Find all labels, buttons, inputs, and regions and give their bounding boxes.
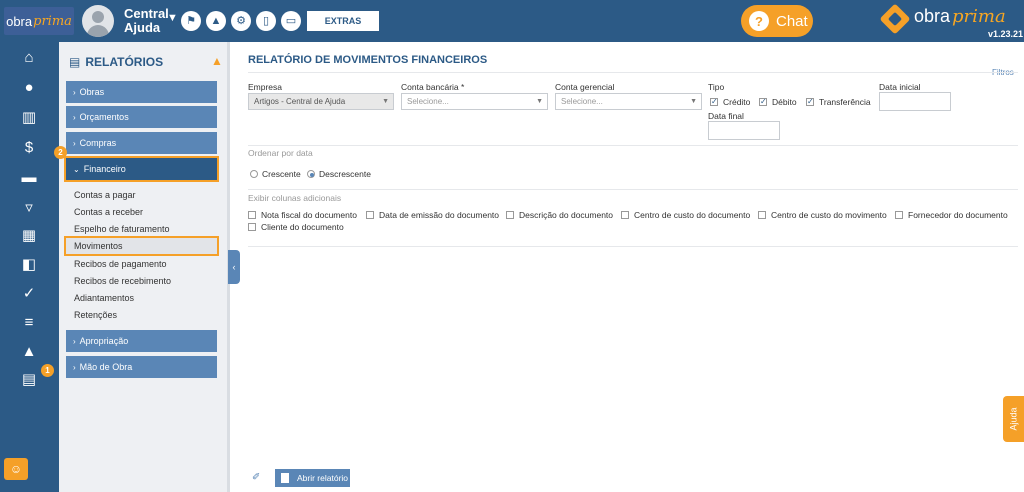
ordem-descrescente-radio[interactable]: Descrescente (307, 169, 371, 179)
col-centro-custo-documento-checkbox[interactable]: Centro de custo do documento (621, 210, 750, 220)
open-report-button[interactable]: Abrir relatório (275, 469, 350, 487)
smiley-chat-icon[interactable]: ☺ (4, 458, 28, 480)
mobile-icon[interactable]: ▯ (256, 11, 276, 31)
document-icon (281, 473, 289, 483)
sidebar-item-obras[interactable]: › Obras (66, 81, 217, 103)
tipo-debito-checkbox[interactable]: ✓ Débito (759, 97, 797, 107)
version-label: v1.23.21 (988, 29, 1024, 39)
question-icon: ? (749, 11, 769, 31)
icon-rail: ⌂ ● ▥ $ ▬ ▿ ▦ ◧ ✓ ≡ ▲ ▤ 1 (0, 42, 59, 492)
extras-button[interactable]: EXTRAS (307, 11, 379, 31)
ordem-crescente-radio[interactable]: Crescente (250, 169, 301, 179)
chevron-right-icon: › (73, 138, 76, 148)
step-badge-1: 1 (41, 364, 54, 377)
empresa-select[interactable]: Artigos - Central de Ajuda ▼ (248, 93, 394, 110)
cart-icon[interactable]: ▿ (18, 198, 40, 218)
eraser-icon[interactable]: ✐ (252, 472, 260, 483)
boxes-icon[interactable]: ◧ (18, 255, 40, 275)
dollar-doc-icon[interactable]: $ (18, 138, 40, 158)
col-cliente-checkbox[interactable]: Cliente do documento (248, 222, 344, 232)
sub-item-retencoes[interactable]: Retenções (74, 308, 117, 322)
sidebar-header: ▤ RELATÓRIOS ▲ (69, 54, 223, 69)
graduation-cap-icon[interactable]: ▲ (211, 54, 223, 68)
truck-icon[interactable]: ▬ (18, 168, 40, 188)
sidebar-item-compras[interactable]: › Compras (66, 132, 217, 154)
graduation-cap-icon[interactable]: ▲ (206, 11, 226, 31)
gear-icon[interactable]: ⚙ (231, 11, 251, 31)
conta-gerencial-label: Conta gerencial (555, 82, 615, 92)
chart-mountain-icon[interactable]: ▲ (18, 342, 40, 362)
help-tab[interactable]: Ajuda (1003, 396, 1024, 442)
col-centro-custo-movimento-checkbox[interactable]: Centro de custo do movimento (758, 210, 887, 220)
sidebar-item-mao-de-obra[interactable]: › Mão de Obra (66, 356, 217, 378)
divider (248, 246, 1018, 247)
conta-bancaria-select[interactable]: Selecione... ▼ (401, 93, 548, 110)
reports-sidebar: ▤ RELATÓRIOS ▲ › Obras › Orçamentos › Compr… (54, 42, 228, 492)
flag-icon[interactable]: ⚑ (181, 11, 201, 31)
sidebar-item-apropriacao[interactable]: › Apropriação (66, 330, 217, 352)
document-icon[interactable]: ▤ (18, 370, 40, 390)
sub-item-contas-a-receber[interactable]: Contas a receber (74, 205, 143, 219)
data-inicial-label: Data inicial (879, 82, 921, 92)
sidebar-item-financeiro[interactable]: ⌄ Financeiro (64, 156, 219, 182)
data-final-label: Data final (708, 111, 744, 121)
file-check-icon[interactable]: ✓ (18, 284, 40, 304)
sub-item-adiantamentos[interactable]: Adiantamentos (74, 291, 134, 305)
sidebar-item-orcamentos[interactable]: › Orçamentos (66, 106, 217, 128)
col-fornecedor-checkbox[interactable]: Fornecedor do documento (895, 210, 1008, 220)
ordenar-label: Ordenar por data (248, 148, 313, 158)
chevron-down-icon: ⌄ (73, 164, 80, 174)
step-badge-2: 2 (54, 146, 67, 159)
user-name[interactable]: Central Ajuda (124, 7, 169, 35)
list-check-icon[interactable]: ≡ (18, 313, 40, 333)
data-inicial-input[interactable] (879, 92, 951, 111)
user-icon[interactable]: ● (18, 78, 40, 98)
sub-item-recibos-recebimento[interactable]: Recibos de recebimento (74, 274, 171, 288)
col-descricao-checkbox[interactable]: Descrição do documento (506, 210, 613, 220)
brand-logo: obra prima (914, 6, 1006, 27)
sub-item-movimentos[interactable]: Movimentos (64, 236, 219, 256)
top-bar: obra prima Central Ajuda ▼ ⚑ ▲ ⚙ ▯ ▭ EXTR… (0, 0, 1024, 42)
home-icon[interactable]: ⌂ (18, 48, 40, 68)
sub-item-contas-a-pagar[interactable]: Contas a pagar (74, 188, 136, 202)
report-form: RELATÓRIO DE MOVIMENTOS FINANCEIROS Filt… (230, 42, 1024, 492)
sub-item-recibos-pagamento[interactable]: Recibos de pagamento (74, 257, 167, 271)
divider (248, 145, 1018, 146)
sub-item-espelho-faturamento[interactable]: Espelho de faturamento (74, 222, 170, 236)
chevron-down-icon[interactable]: ▼ (167, 12, 178, 24)
caret-down-icon: ▼ (536, 98, 543, 105)
divider (248, 189, 1018, 190)
conta-bancaria-label: Conta bancária * (401, 82, 465, 92)
avatar[interactable] (82, 5, 114, 37)
calculator-icon[interactable]: ▦ (18, 226, 40, 246)
chevron-right-icon: › (73, 362, 76, 372)
chevron-right-icon: › (73, 336, 76, 346)
chat-button[interactable]: ? Chat (741, 5, 813, 37)
tipo-label: Tipo (708, 82, 725, 92)
data-final-input[interactable] (708, 121, 780, 140)
page-title: RELATÓRIO DE MOVIMENTOS FINANCEIROS (248, 54, 488, 66)
tipo-credito-checkbox[interactable]: ✓ Crédito (710, 97, 750, 107)
conta-gerencial-select[interactable]: Selecione... ▼ (555, 93, 702, 110)
tipo-transferencia-checkbox[interactable]: ✓ Transferência (806, 97, 871, 107)
colunas-label: Exibir colunas adicionais (248, 193, 342, 203)
col-nota-fiscal-checkbox[interactable]: Nota fiscal do documento (248, 210, 357, 220)
chevron-right-icon: › (73, 87, 76, 97)
brand-logo-icon (879, 3, 911, 35)
divider (248, 72, 1018, 73)
chat-label: Chat (776, 12, 808, 30)
col-data-emissao-checkbox[interactable]: Data de emissão do documento (366, 210, 499, 220)
app-logo[interactable]: obra prima (4, 7, 74, 35)
chevron-right-icon: › (73, 112, 76, 122)
document-icon: ▤ (69, 55, 81, 69)
empresa-label: Empresa (248, 82, 283, 92)
caret-down-icon: ▼ (382, 98, 389, 105)
monitor-icon[interactable]: ▭ (281, 11, 301, 31)
caret-down-icon: ▼ (690, 98, 697, 105)
building-icon[interactable]: ▥ (18, 108, 40, 128)
